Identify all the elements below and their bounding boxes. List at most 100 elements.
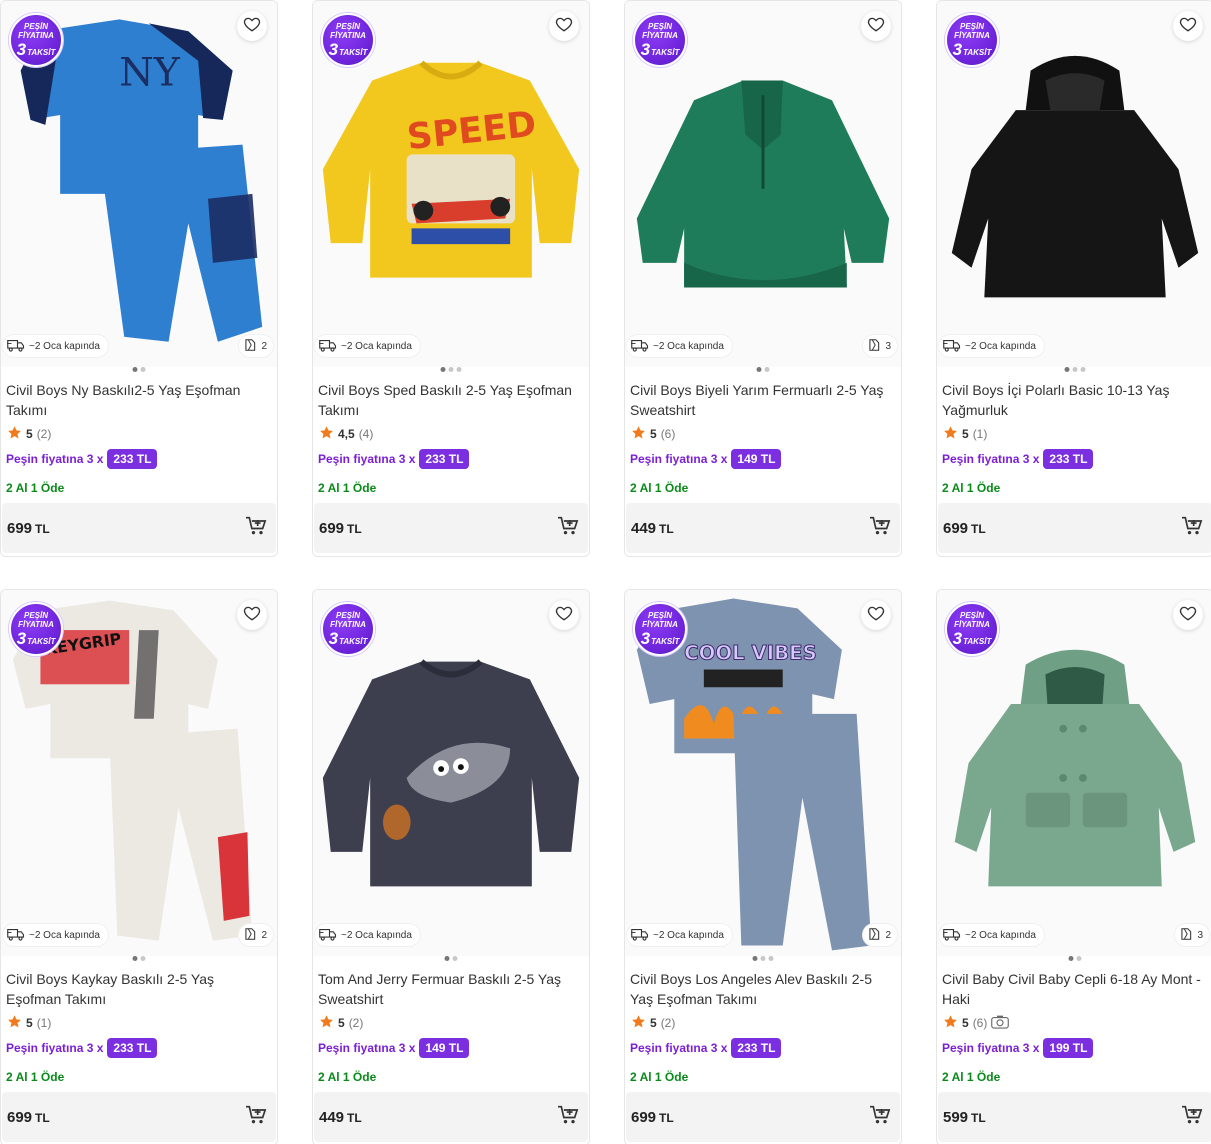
favorite-button[interactable] xyxy=(1173,600,1203,630)
product-title[interactable]: Civil Baby Civil Baby Cepli 6-18 Ay Mont… xyxy=(942,969,1204,1009)
favorite-button[interactable] xyxy=(549,11,579,41)
carousel-dot[interactable] xyxy=(1072,367,1078,372)
carousel-dot[interactable] xyxy=(1068,956,1074,961)
rating-count: (1) xyxy=(972,427,988,441)
price-bar: 699 TL xyxy=(2,503,276,553)
carousel-dot[interactable] xyxy=(1064,367,1070,372)
product-card[interactable]: SPEED PEŞİN FİYATINA 3 TAKSİT ~2 Oca kapı… xyxy=(312,0,590,557)
favorite-button[interactable] xyxy=(549,600,579,630)
product-card[interactable]: NY PEŞİN FİYATINA 3 TAKSİT ~2 Oca kapında… xyxy=(0,0,278,557)
image-carousel-dots xyxy=(132,367,146,372)
price: 699 TL xyxy=(319,520,362,537)
rating-score: 5 xyxy=(962,1016,969,1030)
star-icon xyxy=(631,425,646,443)
favorite-button[interactable] xyxy=(237,11,267,41)
product-card[interactable]: PEŞİN FİYATINA 3 TAKSİT ~2 Oca kapında Ci… xyxy=(936,0,1211,557)
carousel-dot[interactable] xyxy=(440,367,446,372)
carousel-dot[interactable] xyxy=(760,956,766,961)
favorite-button[interactable] xyxy=(1173,11,1203,41)
carousel-dot[interactable] xyxy=(132,956,138,961)
rating: 5 (6) xyxy=(631,425,675,443)
product-card[interactable]: PEŞİN FİYATINA 3 TAKSİT ~2 Oca kapında 3 … xyxy=(624,0,902,557)
rating: 5 (2) xyxy=(319,1014,363,1032)
variant-count: 2 xyxy=(885,929,891,941)
product-title[interactable]: Civil Boys Ny Baskılı2-5 Yaş Eşofman Tak… xyxy=(6,380,268,420)
product-card[interactable]: KEYGRIP PEŞİN FİYATINA 3 TAKSİT ~2 Oca ka… xyxy=(0,589,278,1144)
price: 449 TL xyxy=(631,520,674,537)
price-value: 699 xyxy=(319,520,345,537)
installment-badge: PEŞİN FİYATINA 3 TAKSİT xyxy=(9,13,63,67)
product-title[interactable]: Civil Boys İçi Polarlı Basic 10-13 Yaş Y… xyxy=(942,380,1204,420)
heart-icon xyxy=(867,604,885,627)
carousel-dot[interactable] xyxy=(132,367,138,372)
star-icon xyxy=(319,1014,334,1032)
installment-badge: PEŞİN FİYATINA 3 TAKSİT xyxy=(945,13,999,67)
rating: 5 (2) xyxy=(7,425,51,443)
price-value: 449 xyxy=(631,520,657,537)
heart-icon xyxy=(243,15,261,38)
carousel-dot[interactable] xyxy=(1076,956,1082,961)
product-title[interactable]: Civil Boys Kaykay Baskılı 2-5 Yaş Eşofma… xyxy=(6,969,268,1009)
delivery-text: ~2 Oca kapında xyxy=(341,340,412,352)
add-to-cart-button[interactable] xyxy=(868,1105,892,1129)
carousel-dot[interactable] xyxy=(1080,367,1086,372)
carousel-dot[interactable] xyxy=(764,367,770,372)
carousel-dot[interactable] xyxy=(452,956,458,961)
price-currency: TL xyxy=(347,1111,362,1125)
add-to-cart-button[interactable] xyxy=(244,1105,268,1129)
product-title[interactable]: Tom And Jerry Fermuar Baskılı 2-5 Yaş Sw… xyxy=(318,969,580,1009)
carousel-dot[interactable] xyxy=(768,956,774,961)
installment-info: Peşin fiyatına 3 x 199 TL xyxy=(942,1038,1094,1058)
variant-count-badge[interactable]: 2 xyxy=(239,924,273,946)
variant-count-badge[interactable]: 3 xyxy=(863,335,897,357)
add-to-cart-button[interactable] xyxy=(1180,1105,1204,1129)
delivery-truck-icon xyxy=(631,338,649,355)
star-icon xyxy=(7,1014,22,1032)
installment-info: Peşin fiyatına 3 x 233 TL xyxy=(318,449,470,469)
installment-amount: 233 TL xyxy=(731,1038,782,1058)
price-bar: 449 TL xyxy=(626,503,900,553)
price-currency: TL xyxy=(35,522,50,536)
product-title[interactable]: Civil Boys Los Angeles Alev Baskılı 2-5 … xyxy=(630,969,892,1009)
rating-score: 4,5 xyxy=(338,427,355,441)
rating: 4,5 (4) xyxy=(319,425,373,443)
carousel-dot[interactable] xyxy=(140,956,146,961)
variant-count-badge[interactable]: 2 xyxy=(863,924,897,946)
rating-count: (2) xyxy=(660,1016,676,1030)
add-to-cart-button[interactable] xyxy=(1180,516,1204,540)
installment-label: Peşin fiyatına 3 x xyxy=(942,1041,1040,1055)
carousel-dot[interactable] xyxy=(140,367,146,372)
carousel-dot[interactable] xyxy=(456,367,462,372)
product-title[interactable]: Civil Boys Sped Baskılı 2-5 Yaş Eşofman … xyxy=(318,380,580,420)
price-value: 599 xyxy=(943,1109,969,1126)
price: 449 TL xyxy=(319,1109,362,1126)
favorite-button[interactable] xyxy=(861,600,891,630)
carousel-dot[interactable] xyxy=(444,956,450,961)
product-card[interactable]: PEŞİN FİYATINA 3 TAKSİT ~2 Oca kapında To… xyxy=(312,589,590,1144)
price-bar: 699 TL xyxy=(314,503,588,553)
carousel-dot[interactable] xyxy=(752,956,758,961)
add-to-cart-button[interactable] xyxy=(556,1105,580,1129)
add-to-cart-icon xyxy=(557,516,579,541)
product-title[interactable]: Civil Boys Biyeli Yarım Fermuarlı 2-5 Ya… xyxy=(630,380,892,420)
variant-count-badge[interactable]: 2 xyxy=(239,335,273,357)
rating-score: 5 xyxy=(962,427,969,441)
add-to-cart-button[interactable] xyxy=(556,516,580,540)
add-to-cart-button[interactable] xyxy=(868,516,892,540)
add-to-cart-button[interactable] xyxy=(244,516,268,540)
variant-count: 3 xyxy=(1197,929,1203,941)
variant-count-badge[interactable]: 3 xyxy=(1175,924,1209,946)
delivery-badge: ~2 Oca kapında xyxy=(627,924,732,946)
product-card[interactable]: COOL VIBES PEŞİN FİYATINA 3 TAKSİT ~2 Oca… xyxy=(624,589,902,1144)
favorite-button[interactable] xyxy=(861,11,891,41)
carousel-dot[interactable] xyxy=(756,367,762,372)
favorite-button[interactable] xyxy=(237,600,267,630)
promo-label: 2 Al 1 Öde xyxy=(942,1070,1001,1084)
price: 699 TL xyxy=(943,520,986,537)
installment-info: Peşin fiyatına 3 x 149 TL xyxy=(318,1038,470,1058)
installment-label: Peşin fiyatına 3 x xyxy=(630,452,728,466)
carousel-dot[interactable] xyxy=(448,367,454,372)
product-card[interactable]: PEŞİN FİYATINA 3 TAKSİT ~2 Oca kapında 3 … xyxy=(936,589,1211,1144)
installment-info: Peşin fiyatına 3 x 149 TL xyxy=(630,449,782,469)
price-currency: TL xyxy=(971,522,986,536)
